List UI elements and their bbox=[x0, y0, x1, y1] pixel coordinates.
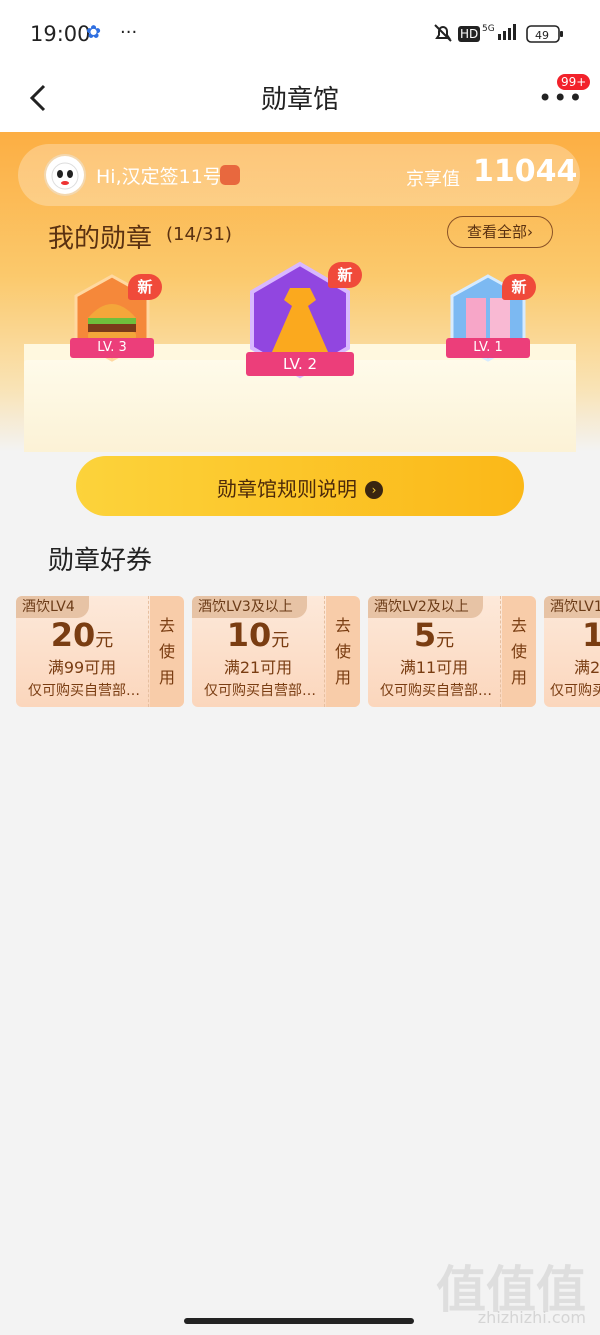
my-badges-title: 我的勋章 bbox=[48, 224, 153, 254]
view-all-button[interactable]: 查看全部› bbox=[447, 216, 553, 248]
status-time: 19:00 bbox=[30, 22, 91, 46]
coupon-card-partial[interactable]: 酒饮LV1 10元 满21可用 仅可购买自营部… bbox=[544, 596, 600, 707]
coupon-scope: 仅可购买自营部… bbox=[204, 683, 316, 699]
coupon-condition: 满21可用 bbox=[574, 658, 600, 677]
coupon-condition: 满99可用 bbox=[47, 658, 117, 677]
new-tag: 新 bbox=[328, 262, 362, 288]
coupon-condition: 满11可用 bbox=[399, 658, 469, 677]
coupon-tag: 酒饮LV3及以上 bbox=[192, 596, 307, 618]
coupon-use-button[interactable]: 去使用 bbox=[326, 596, 360, 707]
new-tag: 新 bbox=[128, 274, 162, 300]
new-tag: 新 bbox=[502, 274, 536, 300]
avatar[interactable] bbox=[46, 156, 84, 194]
rules-button[interactable]: 勋章馆规则说明 › bbox=[76, 456, 524, 516]
coupon-use-button[interactable]: 去使用 bbox=[502, 596, 536, 707]
coupons-section-title: 勋章好券 bbox=[48, 546, 153, 576]
chevron-right-icon: › bbox=[365, 481, 383, 499]
coupon-amount: 10元 bbox=[582, 616, 600, 654]
badge-level: LV. 2 bbox=[246, 352, 354, 376]
coupon-condition: 满21可用 bbox=[223, 658, 293, 677]
coupon-scope: 仅可购买自营部… bbox=[550, 683, 600, 699]
coupon-scope: 仅可购买自营部… bbox=[28, 683, 140, 699]
coupon-card[interactable]: 酒饮LV3及以上 10元 满21可用 仅可购买自营部… 去使用 bbox=[192, 596, 360, 707]
home-indicator[interactable] bbox=[184, 1318, 414, 1324]
coupon-divider bbox=[500, 596, 501, 707]
coupon-tag: 酒饮LV1 bbox=[544, 596, 600, 618]
dots-icon: ··· bbox=[120, 22, 138, 43]
hd-icon: HD bbox=[458, 26, 481, 42]
level-coin-icon bbox=[220, 165, 240, 185]
coupon-divider bbox=[148, 596, 149, 707]
svg-text:49: 49 bbox=[535, 29, 549, 42]
nav-bar: 勋章馆 ••• 99+ bbox=[0, 66, 600, 132]
coupon-scope: 仅可购买自营部… bbox=[380, 683, 492, 699]
badge-dress[interactable]: 新 LV. 2 bbox=[244, 260, 362, 384]
coupon-tag: 酒饮LV2及以上 bbox=[368, 596, 483, 618]
badge-level: LV. 3 bbox=[70, 338, 154, 358]
5g-signal-icon: 5G bbox=[482, 22, 520, 47]
badge-burger[interactable]: 新 LV. 3 bbox=[70, 272, 162, 368]
coupon-tag: 酒饮LV4 bbox=[16, 596, 89, 618]
rules-button-label: 勋章馆规则说明 › bbox=[76, 473, 524, 502]
page-title: 勋章馆 bbox=[260, 85, 339, 115]
badge-book[interactable]: 新 LV. 1 bbox=[446, 272, 536, 368]
coupon-card[interactable]: 酒饮LV2及以上 5元 满11可用 仅可购买自营部… 去使用 bbox=[368, 596, 536, 707]
user-greeting: Hi,汉定签11号 bbox=[96, 166, 222, 188]
coupon-use-button[interactable]: 去使用 bbox=[150, 596, 184, 707]
status-bar: 19:00 ✿ ··· HD 5G 49 bbox=[0, 0, 600, 66]
coupon-divider bbox=[324, 596, 325, 707]
user-bar: Hi,汉定签11号 京享值 11044 bbox=[18, 144, 580, 206]
baidu-paw-icon: ✿ bbox=[86, 22, 102, 43]
hero-panel: Hi,汉定签11号 京享值 11044 我的勋章 (14/31) 查看全部› 新… bbox=[0, 132, 600, 452]
badge-level: LV. 1 bbox=[446, 338, 530, 358]
jxz-label: 京享值 bbox=[406, 169, 460, 190]
jxz-value[interactable]: 11044 bbox=[473, 154, 577, 189]
coupon-amount: 20元 bbox=[50, 616, 114, 654]
svg-text:5G: 5G bbox=[482, 24, 495, 34]
coupon-amount: 5元 bbox=[413, 616, 455, 654]
notification-badge: 99+ bbox=[555, 72, 593, 92]
watermark-domain: zhizhizhi.com bbox=[477, 1308, 586, 1327]
mute-bell-icon bbox=[432, 22, 454, 49]
coupon-card[interactable]: 酒饮LV4 20元 满99可用 仅可购买自营部… 去使用 bbox=[16, 596, 184, 707]
coupon-amount: 10元 bbox=[226, 616, 290, 654]
battery-icon: 49 bbox=[526, 24, 564, 49]
my-badges-count: (14/31) bbox=[166, 224, 232, 245]
